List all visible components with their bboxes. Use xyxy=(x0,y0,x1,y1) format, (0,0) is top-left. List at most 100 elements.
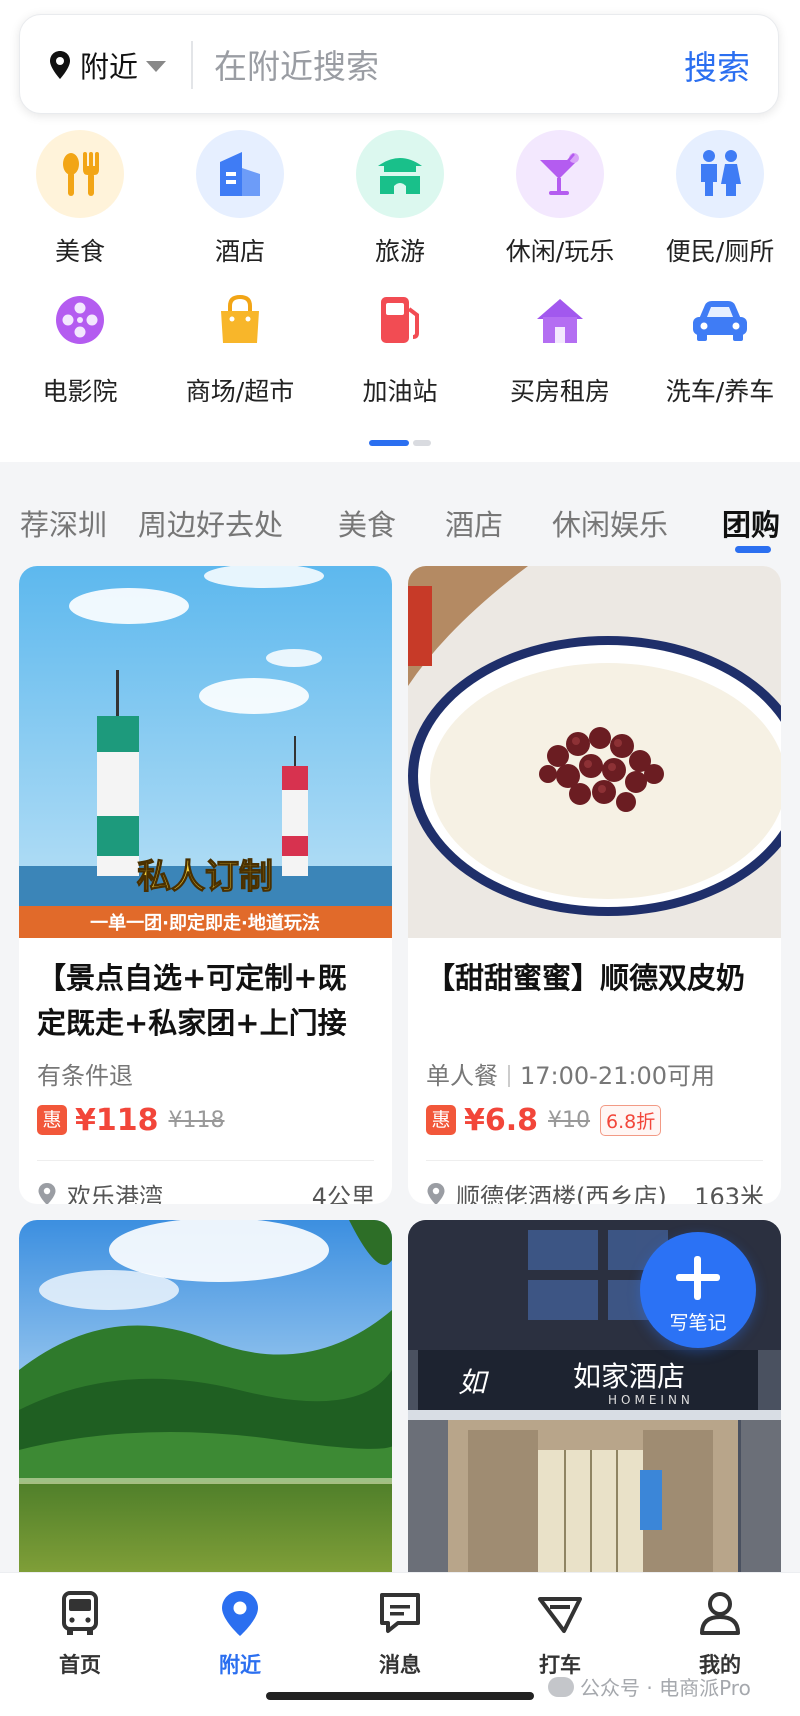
category-label: 加油站 xyxy=(362,377,438,406)
card-subtitle: 有条件退 xyxy=(37,1062,133,1090)
location-row: 顺德佬酒楼(西乡店) 163米 xyxy=(426,1174,764,1204)
fuel-pump-icon xyxy=(356,290,444,350)
category-food[interactable]: 美食 xyxy=(0,130,160,268)
card-image: 私人订制 一单一团·即定即走·地道玩法 xyxy=(19,566,392,938)
nav-taxi[interactable]: 打车 xyxy=(480,1587,640,1679)
nav-label: 首页 xyxy=(59,1653,101,1677)
divider xyxy=(37,1160,374,1161)
deal-card[interactable]: 私人订制 一单一团·即定即走·地道玩法 【景点自选+可定制+既定既走+私家团+上… xyxy=(19,566,392,1204)
category-leisure[interactable]: 休闲/玩乐 xyxy=(480,130,640,268)
category-label: 便民/厕所 xyxy=(665,237,775,266)
store-name: 顺德佬酒楼(西乡店) xyxy=(456,1182,667,1205)
card-image xyxy=(408,566,781,938)
house-icon xyxy=(516,290,604,350)
category-mall[interactable]: 商场/超市 xyxy=(160,290,320,408)
page-indicator xyxy=(369,440,431,446)
pavilion-icon xyxy=(356,130,444,218)
user-icon xyxy=(700,1592,740,1635)
category-label: 买房租房 xyxy=(509,377,610,406)
category-car-care[interactable]: 洗车/养车 xyxy=(640,290,800,408)
plus-icon-vertical xyxy=(694,1256,701,1300)
location-pin-icon xyxy=(427,1183,445,1204)
category-label: 美食 xyxy=(54,237,105,266)
watermark: 公众号 · 电商派Pro xyxy=(548,1672,751,1701)
car-icon xyxy=(676,290,764,350)
location-pin-icon xyxy=(38,1183,56,1204)
cocktail-icon xyxy=(516,130,604,218)
nav-profile[interactable]: 我的 xyxy=(640,1587,800,1679)
discount-badge: 惠 xyxy=(426,1105,456,1135)
page-indicator-inactive xyxy=(413,440,431,446)
nav-messages[interactable]: 消息 xyxy=(320,1587,480,1679)
location-row: 欢乐港湾 4公里 xyxy=(37,1174,375,1204)
deal-card[interactable]: 【甜甜蜜蜜】顺德双皮奶 单人餐 17:00-21:00可用 惠 ¥6.8 ¥10 … xyxy=(408,566,781,1204)
search-input[interactable] xyxy=(212,37,636,95)
store-name: 欢乐港湾 xyxy=(67,1182,163,1205)
banner-subtitle: 一单一团·即定即走·地道玩法 xyxy=(90,912,320,934)
category-label: 电影院 xyxy=(42,377,118,406)
tab-hotel[interactable]: 酒店 xyxy=(445,502,503,544)
category-label: 休闲/玩乐 xyxy=(505,237,615,266)
chevron-down-icon xyxy=(146,61,167,72)
distance: 4公里 xyxy=(311,1182,375,1205)
price-row: 惠 ¥6.8 ¥10 6.8折 xyxy=(426,1100,662,1140)
tab-underline xyxy=(735,546,771,553)
nav-home[interactable]: 首页 xyxy=(0,1587,160,1679)
card-subtitle: 单人餐 17:00-21:00可用 xyxy=(426,1056,715,1091)
divider xyxy=(191,41,193,89)
category-travel[interactable]: 旅游 xyxy=(320,130,480,268)
category-real-estate[interactable]: 买房租房 xyxy=(480,290,640,408)
divider xyxy=(426,1160,763,1161)
tab-nearby-spots[interactable]: 周边好去处 xyxy=(138,502,283,544)
search-button[interactable]: 搜索 xyxy=(684,41,750,89)
card-title: 【甜甜蜜蜜】顺德双皮奶 xyxy=(426,961,746,995)
price-row: 惠 ¥118 ¥118 xyxy=(37,1100,225,1140)
message-icon xyxy=(380,1593,420,1633)
discount-badge: 惠 xyxy=(37,1105,67,1135)
restroom-icon xyxy=(676,130,764,218)
location-selector[interactable]: 附近 xyxy=(48,43,167,87)
category-gas-station[interactable]: 加油站 xyxy=(320,290,480,408)
category-cinema[interactable]: 电影院 xyxy=(0,290,160,408)
location-pin-icon xyxy=(50,51,70,79)
feed-tabs: 荐深圳 周边好去处 美食 酒店 休闲娱乐 团购 xyxy=(0,494,800,564)
home-indicator[interactable] xyxy=(266,1692,534,1700)
shopping-bag-icon xyxy=(196,290,284,350)
meal-type: 单人餐 xyxy=(426,1062,498,1090)
fork-spoon-icon xyxy=(36,130,124,218)
category-label: 酒店 xyxy=(214,237,265,266)
nav-label: 附近 xyxy=(219,1653,261,1677)
category-label: 洗车/养车 xyxy=(665,377,775,406)
hotel-building-icon xyxy=(196,130,284,218)
wechat-icon xyxy=(548,1676,574,1697)
original-price: ¥10 xyxy=(548,1107,591,1133)
valid-time: 17:00-21:00可用 xyxy=(520,1062,715,1090)
location-label: 附近 xyxy=(80,50,139,84)
bus-icon xyxy=(62,1591,98,1635)
divider xyxy=(508,1065,510,1087)
taxi-icon xyxy=(538,1597,582,1633)
banner-title: 私人订制 xyxy=(137,857,273,897)
location-pin-icon xyxy=(222,1591,258,1636)
tab-group-buy[interactable]: 团购 xyxy=(722,502,780,544)
tab-shenzhen[interactable]: 荐深圳 xyxy=(20,502,107,544)
category-label: 旅游 xyxy=(374,237,425,266)
tab-entertainment[interactable]: 休闲娱乐 xyxy=(552,502,668,544)
original-price: ¥118 xyxy=(168,1107,225,1133)
card-title: 【景点自选+可定制+既定既走+私家团+上门接送】 xyxy=(37,961,347,1040)
discount-tag: 6.8折 xyxy=(600,1104,662,1136)
nav-label: 消息 xyxy=(379,1653,421,1677)
write-note-button[interactable]: 写笔记 xyxy=(640,1232,756,1348)
hotel-sign-en: HOMEINN xyxy=(608,1393,694,1407)
watermark-text: 公众号 · 电商派Pro xyxy=(580,1676,751,1700)
hotel-sign: 如家酒店 xyxy=(573,1360,685,1393)
category-hotel[interactable]: 酒店 xyxy=(160,130,320,268)
deal-card[interactable] xyxy=(19,1220,392,1600)
fab-label: 写笔记 xyxy=(669,1312,727,1334)
search-bar: 附近 搜索 xyxy=(19,14,779,114)
price: ¥118 xyxy=(75,1102,159,1138)
tab-food[interactable]: 美食 xyxy=(338,502,396,544)
category-convenience[interactable]: 便民/厕所 xyxy=(640,130,800,268)
nav-nearby[interactable]: 附近 xyxy=(160,1587,320,1679)
distance: 163米 xyxy=(694,1182,764,1205)
